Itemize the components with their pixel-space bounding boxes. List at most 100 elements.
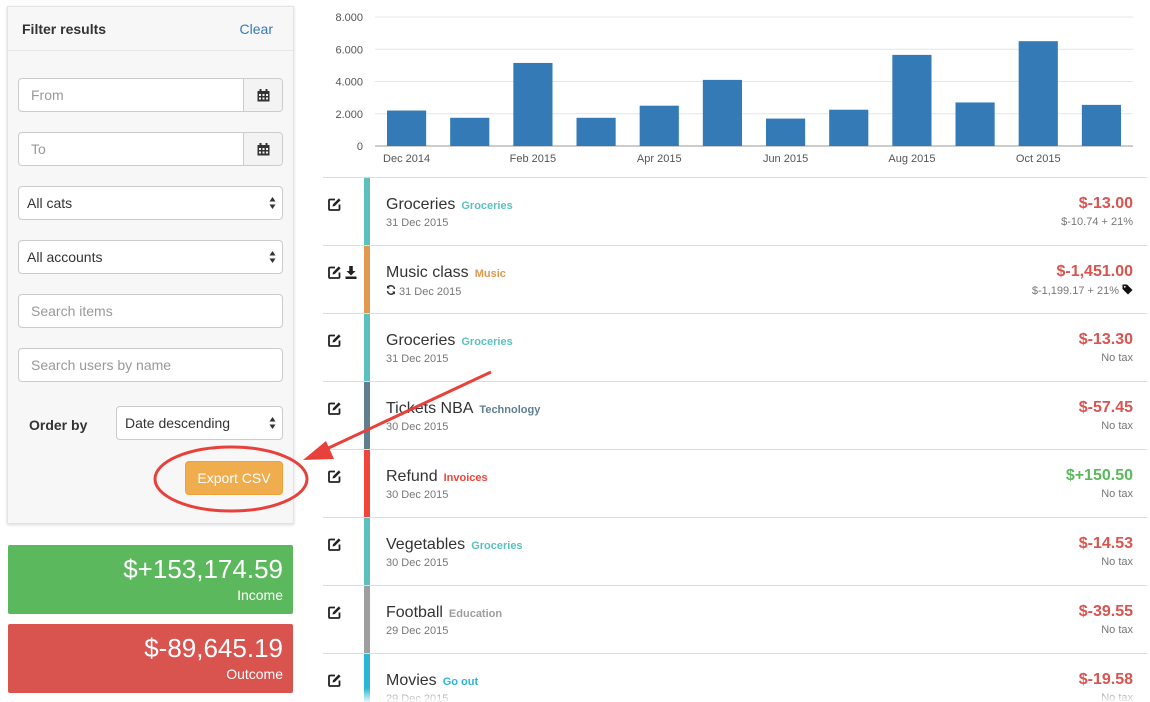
transaction-row[interactable]: Football Education 29 Dec 2015 $-39.55 No ta… bbox=[323, 586, 1147, 654]
transaction-row[interactable]: Groceries Groceries 31 Dec 2015 $-13.30 No t… bbox=[323, 314, 1147, 382]
x-tick-label: Dec 2014 bbox=[383, 153, 430, 165]
to-calendar-button[interactable] bbox=[243, 133, 282, 165]
income-total: $+153,174.59 Income bbox=[8, 545, 293, 614]
transaction-date: 31 Dec 2015 bbox=[386, 217, 449, 229]
filter-title: Filter results bbox=[22, 20, 107, 37]
income-amount: $+153,174.59 bbox=[123, 554, 283, 584]
page: Filter results Clear From To All cats Al… bbox=[0, 0, 1150, 702]
chart-bar bbox=[1081, 104, 1121, 146]
category-label[interactable]: Music bbox=[475, 268, 506, 280]
updown-icon bbox=[269, 417, 276, 429]
calendar-icon bbox=[257, 88, 269, 101]
category-label[interactable]: Technology bbox=[479, 404, 540, 416]
calendar-icon bbox=[257, 142, 269, 155]
chart-bar bbox=[955, 102, 995, 146]
order-by-label: Order by bbox=[29, 417, 88, 433]
transaction-tax: $-10.74 + 21% bbox=[1061, 216, 1133, 228]
transaction-tax: No tax bbox=[1101, 420, 1133, 432]
transaction-date: 31 Dec 2015 bbox=[399, 285, 462, 298]
search-users-input[interactable]: Search users by name bbox=[18, 348, 283, 382]
transaction-row[interactable]: Music class Music 31 Dec 2015 $-1,451.00 $-1… bbox=[323, 246, 1147, 314]
transaction-row[interactable]: Groceries Groceries 31 Dec 2015 $-13.00 $-10… bbox=[323, 178, 1147, 246]
row-actions bbox=[328, 402, 341, 420]
transaction-tax-line: No tax bbox=[1101, 624, 1133, 636]
search-items-input[interactable]: Search items bbox=[18, 294, 283, 328]
edit-icon[interactable] bbox=[328, 198, 341, 216]
category-label[interactable]: Invoices bbox=[444, 472, 488, 484]
chart-bar bbox=[702, 79, 742, 146]
category-color-bar bbox=[364, 314, 370, 381]
monthly-bar-chart: 0 2.000 4.000 6.000 8.000 Dec 2014 Feb 2015 Apr… bbox=[335, 12, 1133, 165]
transaction-tax: No tax bbox=[1101, 488, 1133, 500]
transaction-date-line: 30 Dec 2015 bbox=[386, 489, 448, 501]
category-label[interactable]: Groceries bbox=[461, 200, 512, 212]
y-tick-label: 2.000 bbox=[335, 109, 363, 121]
transaction-date: 29 Dec 2015 bbox=[386, 625, 449, 637]
x-tick-label: Feb 2015 bbox=[510, 153, 556, 165]
account-select[interactable]: All accounts bbox=[18, 240, 283, 274]
y-tick-label: 4.000 bbox=[335, 77, 363, 89]
edit-icon[interactable] bbox=[328, 470, 341, 488]
tag-icon bbox=[1122, 284, 1133, 298]
edit-icon[interactable] bbox=[328, 266, 341, 284]
row-actions bbox=[328, 266, 357, 284]
updown-icon bbox=[269, 251, 276, 263]
category-label[interactable]: Groceries bbox=[471, 540, 522, 552]
transaction-row[interactable]: Refund Invoices 30 Dec 2015 $+150.50 No tax bbox=[323, 450, 1147, 518]
category-color-bar bbox=[364, 450, 370, 517]
outcome-label: Outcome bbox=[226, 666, 283, 682]
clear-link[interactable]: Clear bbox=[240, 21, 273, 37]
category-color-bar bbox=[364, 518, 370, 585]
transaction-list: Groceries Groceries 31 Dec 2015 $-13.00 $-10… bbox=[323, 177, 1147, 702]
transaction-amount: $-13.30 bbox=[1078, 331, 1133, 348]
y-tick-label: 0 bbox=[357, 141, 363, 153]
edit-icon[interactable] bbox=[328, 606, 341, 624]
transaction-name: Groceries bbox=[386, 332, 456, 349]
from-calendar-button[interactable] bbox=[243, 79, 282, 111]
transaction-date: 31 Dec 2015 bbox=[386, 353, 449, 365]
row-actions bbox=[328, 334, 341, 352]
order-by-select[interactable]: Date descending bbox=[116, 406, 283, 440]
export-csv-button[interactable]: Export CSV bbox=[185, 461, 283, 495]
category-color-bar bbox=[364, 246, 370, 313]
order-by-value: Date descending bbox=[125, 415, 231, 431]
category-select[interactable]: All cats bbox=[18, 186, 283, 220]
from-date-input[interactable]: From bbox=[18, 78, 283, 112]
transaction-date-line: 30 Dec 2015 bbox=[386, 421, 448, 433]
category-label[interactable]: Groceries bbox=[461, 336, 512, 348]
from-placeholder: From bbox=[31, 87, 64, 103]
row-actions bbox=[328, 538, 341, 556]
transaction-row[interactable]: Vegetables Groceries 30 Dec 2015 $-14.53 No … bbox=[323, 518, 1147, 586]
chart-bar bbox=[387, 110, 427, 146]
category-color-bar bbox=[364, 178, 370, 245]
transaction-name: Movies bbox=[386, 672, 437, 689]
chart-bar bbox=[829, 109, 869, 146]
edit-icon[interactable] bbox=[328, 538, 341, 556]
download-icon[interactable] bbox=[345, 266, 357, 284]
filter-panel: Filter results Clear From To All cats Al… bbox=[7, 6, 294, 524]
edit-icon[interactable] bbox=[328, 402, 341, 420]
transaction-date-line: 29 Dec 2015 bbox=[386, 625, 448, 637]
transaction-amount: $-13.00 bbox=[1078, 195, 1133, 212]
category-label[interactable]: Education bbox=[449, 608, 502, 620]
category-color-bar bbox=[364, 586, 370, 653]
transaction-name-line: Vegetables Groceries bbox=[386, 536, 523, 554]
transaction-row[interactable]: Tickets NBA Technology 30 Dec 2015 $-57.45 N… bbox=[323, 382, 1147, 450]
chart-bar bbox=[576, 117, 616, 146]
list-fade bbox=[323, 688, 1150, 702]
category-select-value: All cats bbox=[27, 195, 73, 211]
transaction-name: Football bbox=[386, 604, 443, 621]
category-label[interactable]: Go out bbox=[443, 676, 478, 688]
transaction-date-line: 31 Dec 2015 bbox=[386, 217, 448, 229]
to-date-input[interactable]: To bbox=[18, 132, 283, 166]
transaction-name-line: Music class Music bbox=[386, 264, 506, 282]
chart-bar bbox=[450, 117, 490, 146]
outcome-total: $-89,645.19 Outcome bbox=[8, 624, 293, 693]
outcome-amount: $-89,645.19 bbox=[144, 633, 283, 663]
edit-icon[interactable] bbox=[328, 334, 341, 352]
transaction-tax-line: No tax bbox=[1101, 352, 1133, 364]
transaction-name-line: Football Education bbox=[386, 604, 502, 622]
y-tick-label: 8.000 bbox=[335, 12, 363, 24]
to-placeholder: To bbox=[31, 141, 46, 157]
updown-icon bbox=[269, 197, 276, 209]
